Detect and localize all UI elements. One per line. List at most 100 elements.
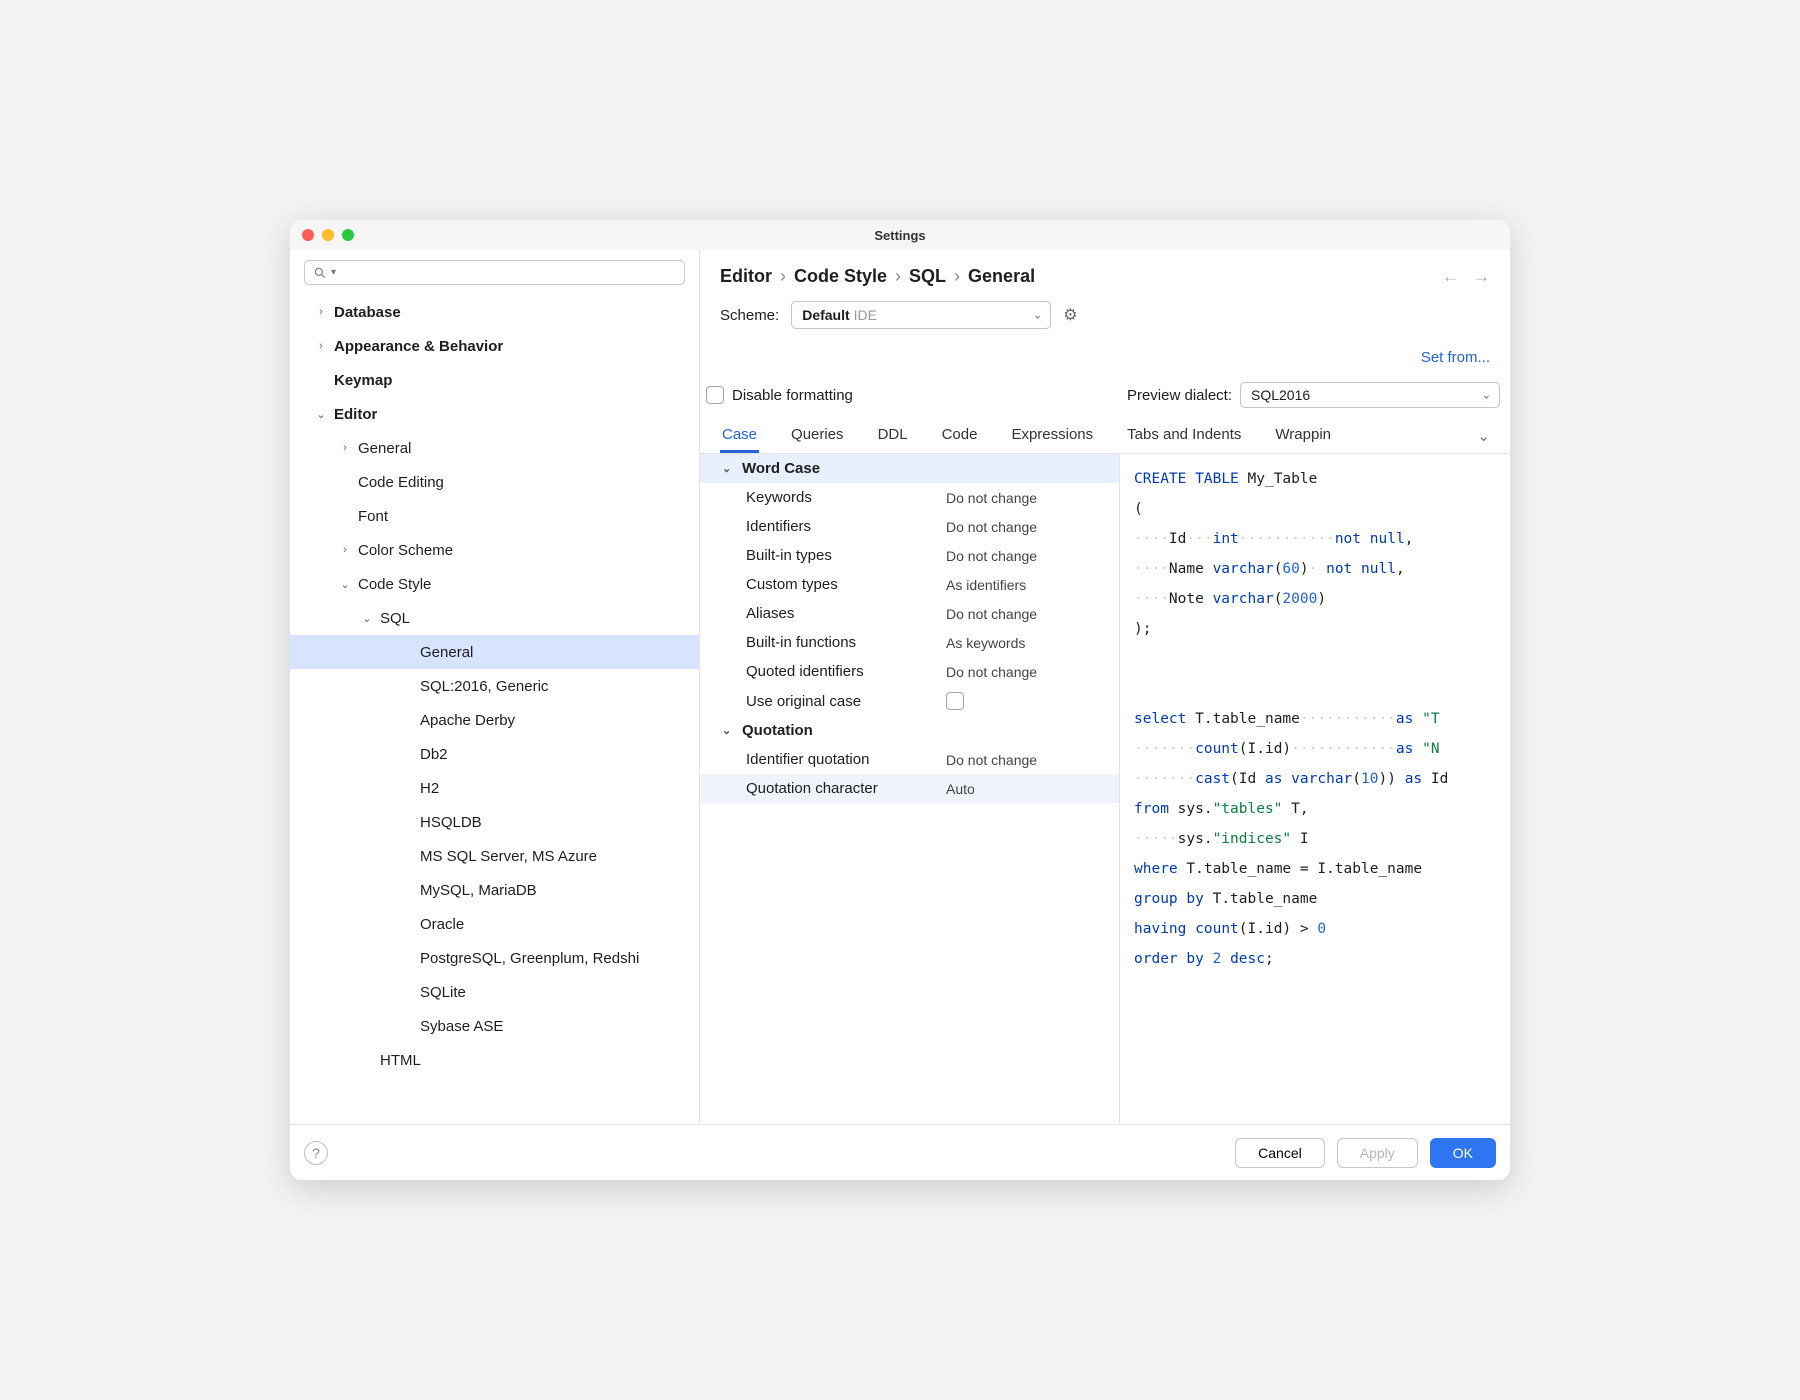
tree-item[interactable]: HSQLDB xyxy=(290,805,699,839)
tree-item-label: Editor xyxy=(334,406,377,423)
tree-item-label: Oracle xyxy=(420,916,464,933)
tree-item[interactable]: › Database xyxy=(290,295,699,329)
option-row[interactable]: Quotation characterAuto xyxy=(700,774,1119,803)
tree-item[interactable]: › Color Scheme xyxy=(290,533,699,567)
tree-item[interactable]: MS SQL Server, MS Azure xyxy=(290,839,699,873)
gear-icon[interactable]: ⚙ xyxy=(1063,305,1077,325)
tree-item-label: SQL xyxy=(380,610,410,627)
option-key: Identifiers xyxy=(746,518,946,535)
tabs-overflow-icon[interactable]: ⌄ xyxy=(1477,418,1490,453)
tree-item[interactable]: SQL:2016, Generic xyxy=(290,669,699,703)
tree-item-label: General xyxy=(358,440,411,457)
tree-item-label: HSQLDB xyxy=(420,814,482,831)
tree-arrow-icon: ⌄ xyxy=(360,612,374,625)
option-value: Do not change xyxy=(946,548,1037,564)
tree-item-label: Database xyxy=(334,304,401,321)
tab[interactable]: Tabs and Indents xyxy=(1125,418,1243,453)
tree-item[interactable]: SQLite xyxy=(290,975,699,1009)
set-from-link[interactable]: Set from... xyxy=(1421,349,1490,366)
tree-item[interactable]: Sybase ASE xyxy=(290,1009,699,1043)
tree-item-label: H2 xyxy=(420,780,439,797)
option-value: Do not change xyxy=(946,490,1037,506)
option-row[interactable]: AliasesDo not change xyxy=(700,599,1119,628)
tree-item-label: Color Scheme xyxy=(358,542,453,559)
options-section[interactable]: ⌄Word Case xyxy=(700,454,1119,483)
tree-item[interactable]: ›Appearance & Behavior xyxy=(290,329,699,363)
tree-item-label: Apache Derby xyxy=(420,712,515,729)
option-key: Aliases xyxy=(746,605,946,622)
tab[interactable]: Expressions xyxy=(1009,418,1095,453)
option-row[interactable]: Built-in functionsAs keywords xyxy=(700,628,1119,657)
breadcrumb-codestyle[interactable]: Code Style xyxy=(794,266,887,287)
option-key: Quoted identifiers xyxy=(746,663,946,680)
tree-item[interactable]: Keymap xyxy=(290,363,699,397)
tree-item[interactable]: ⌄Code Style xyxy=(290,567,699,601)
nav-back-icon[interactable]: ← xyxy=(1442,267,1459,287)
option-row[interactable]: Custom typesAs identifiers xyxy=(700,570,1119,599)
search-field[interactable] xyxy=(340,265,676,280)
option-row[interactable]: Use original case xyxy=(700,686,1119,716)
tree-item[interactable]: Font xyxy=(290,499,699,533)
tree-item[interactable]: Oracle xyxy=(290,907,699,941)
tree-item[interactable]: MySQL, MariaDB xyxy=(290,873,699,907)
tab[interactable]: Queries xyxy=(789,418,846,453)
breadcrumb-editor[interactable]: Editor xyxy=(720,266,772,287)
tree-item[interactable]: HTML xyxy=(290,1043,699,1077)
option-row[interactable]: IdentifiersDo not change xyxy=(700,512,1119,541)
tree-item[interactable]: PostgreSQL, Greenplum, Redshi xyxy=(290,941,699,975)
tab[interactable]: DDL xyxy=(876,418,910,453)
tree-item-label: MySQL, MariaDB xyxy=(420,882,537,899)
tree-item[interactable]: Code Editing xyxy=(290,465,699,499)
breadcrumb-general: General xyxy=(968,266,1035,287)
options-section[interactable]: ⌄ Quotation xyxy=(700,716,1119,745)
tree-arrow-icon: › xyxy=(314,306,328,318)
tab[interactable]: Code xyxy=(940,418,980,453)
tree-item-label: SQLite xyxy=(420,984,466,1001)
preview-dialect-select[interactable]: SQL2016 ⌄ xyxy=(1240,382,1500,408)
option-key: Identifier quotation xyxy=(746,751,946,768)
option-row[interactable]: KeywordsDo not change xyxy=(700,483,1119,512)
option-key: Quotation character xyxy=(746,780,946,797)
breadcrumb: Editor › Code Style › SQL › General xyxy=(720,266,1035,287)
options-panel[interactable]: ⌄Word CaseKeywordsDo not changeIdentifie… xyxy=(700,454,1120,1124)
breadcrumb-sql[interactable]: SQL xyxy=(909,266,946,287)
tree-item[interactable]: General xyxy=(290,635,699,669)
tree-item-label: HTML xyxy=(380,1052,421,1069)
apply-button[interactable]: Apply xyxy=(1337,1138,1418,1168)
tree-item[interactable]: Apache Derby xyxy=(290,703,699,737)
tree-item[interactable]: Db2 xyxy=(290,737,699,771)
option-value: As identifiers xyxy=(946,577,1026,593)
dropdown-caret-icon: ▾ xyxy=(331,267,336,278)
option-value: As keywords xyxy=(946,635,1025,651)
option-key: Keywords xyxy=(746,489,946,506)
settings-tree[interactable]: ›Database›Appearance & BehaviorKeymap⌄Ed… xyxy=(290,293,699,1124)
tree-item[interactable]: ›General xyxy=(290,431,699,465)
option-row[interactable]: Built-in typesDo not change xyxy=(700,541,1119,570)
tab[interactable]: Wrappin xyxy=(1273,418,1333,453)
tree-item[interactable]: ⌄ SQL xyxy=(290,601,699,635)
option-row[interactable]: Quoted identifiersDo not change xyxy=(700,657,1119,686)
tree-item-label: Db2 xyxy=(420,746,448,763)
tab[interactable]: Case xyxy=(720,418,759,453)
ok-button[interactable]: OK xyxy=(1430,1138,1496,1168)
checkbox-icon xyxy=(706,386,724,404)
checkbox-icon[interactable] xyxy=(946,692,964,710)
section-title: Quotation xyxy=(742,722,813,739)
nav-forward-icon[interactable]: → xyxy=(1473,267,1490,287)
disable-formatting-checkbox[interactable]: Disable formatting xyxy=(706,386,853,404)
tree-item[interactable]: H2 xyxy=(290,771,699,805)
cancel-button[interactable]: Cancel xyxy=(1235,1138,1325,1168)
option-row[interactable]: Identifier quotationDo not change xyxy=(700,745,1119,774)
tree-item[interactable]: ⌄Editor xyxy=(290,397,699,431)
help-icon[interactable]: ? xyxy=(304,1141,328,1165)
search-input[interactable]: ▾ xyxy=(304,260,685,285)
code-preview: CREATE TABLE My_Table ( ····Id···int····… xyxy=(1120,454,1510,1124)
scheme-label: Scheme: xyxy=(720,307,779,324)
chevron-down-icon: ⌄ xyxy=(722,724,736,737)
tree-arrow-icon: › xyxy=(338,544,352,556)
titlebar: Settings xyxy=(290,220,1510,250)
scheme-select[interactable]: DefaultIDE ⌄ xyxy=(791,301,1051,329)
option-key: Use original case xyxy=(746,693,946,710)
option-value xyxy=(946,692,964,710)
option-key: Built-in functions xyxy=(746,634,946,651)
